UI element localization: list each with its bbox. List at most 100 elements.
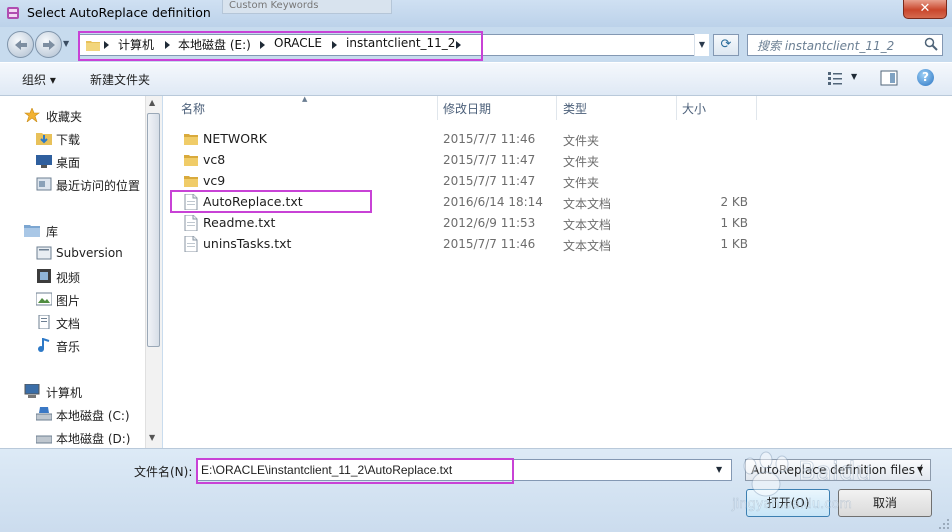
refresh-button[interactable]: ⟳ (713, 34, 739, 56)
breadcrumb-separator[interactable] (456, 41, 461, 49)
text-file-icon (184, 236, 198, 252)
file-name: Readme.txt (203, 215, 276, 230)
watermark-logo: Baidu jingyan.baidu.com (731, 451, 872, 512)
search-icon[interactable] (924, 37, 938, 51)
nav-videos[interactable]: 视频 (56, 269, 80, 286)
background-window-title: Custom Keywords (222, 0, 392, 14)
breadcrumb-oracle[interactable]: ORACLE (274, 36, 322, 50)
back-arrow-icon (15, 40, 27, 50)
column-divider[interactable] (676, 96, 677, 120)
filename-label: 文件名(N): (134, 465, 193, 479)
downloads-icon (36, 133, 52, 145)
computer-icon (24, 384, 40, 398)
breadcrumb-separator[interactable] (332, 41, 337, 49)
file-row[interactable]: uninsTasks.txt 2015/7/7 11:46 文本文档 1 KB (176, 233, 776, 254)
window-title: Select AutoReplace definition (27, 5, 211, 20)
desktop-icon (36, 155, 52, 168)
organize-button[interactable]: 组织 ▾ (22, 71, 56, 88)
column-divider[interactable] (556, 96, 557, 120)
search-placeholder: 搜索 instantclient_11_2 (757, 39, 895, 53)
file-row[interactable]: AutoReplace.txt 2016/6/14 18:14 文本文档 2 KB (176, 191, 776, 212)
recent-pages-dropdown[interactable]: ▼ (63, 39, 73, 49)
nav-music[interactable]: 音乐 (56, 338, 80, 355)
nav-favorites[interactable]: 收藏夹 (46, 108, 82, 125)
forward-arrow-icon (43, 40, 55, 50)
nav-documents[interactable]: 文档 (56, 315, 80, 332)
breadcrumb-separator[interactable] (260, 41, 265, 49)
file-type: 文件夹 (563, 155, 600, 169)
file-type: 文本文档 (563, 218, 612, 232)
libraries-icon (24, 225, 40, 237)
file-size: 2 KB (720, 195, 748, 209)
file-type: 文件夹 (563, 176, 600, 190)
nav-recent-places[interactable]: 最近访问的位置 (56, 177, 140, 194)
svg-text:Baidu: Baidu (798, 457, 872, 487)
file-row[interactable]: vc8 2015/7/7 11:47 文件夹 (176, 149, 776, 170)
column-modified[interactable]: 修改日期 (443, 100, 491, 117)
folder-icon (184, 176, 198, 187)
pictures-icon (36, 292, 52, 306)
file-name: AutoReplace.txt (203, 194, 303, 209)
file-row[interactable]: vc9 2015/7/7 11:47 文件夹 (176, 170, 776, 191)
breadcrumb-separator[interactable] (104, 41, 109, 49)
nav-libraries[interactable]: 库 (46, 223, 58, 240)
column-type[interactable]: 类型 (563, 100, 587, 117)
file-row[interactable]: NETWORK 2015/7/7 11:46 文件夹 (176, 128, 776, 149)
file-name: vc8 (203, 152, 226, 167)
filename-input[interactable]: E:\ORACLE\instantclient_11_2\AutoReplace… (196, 459, 732, 481)
documents-icon (38, 315, 50, 329)
breadcrumb-instantclient[interactable]: instantclient_11_2 (346, 36, 455, 50)
forward-button[interactable] (35, 31, 62, 58)
folder-icon (184, 134, 198, 145)
file-modified: 2015/7/7 11:46 (443, 132, 536, 146)
file-name: uninsTasks.txt (203, 236, 292, 251)
breadcrumb-drive-e[interactable]: 本地磁盘 (E:) (178, 36, 251, 53)
nav-downloads[interactable]: 下载 (56, 131, 80, 148)
address-dropdown[interactable]: ▼ (694, 34, 709, 56)
close-button[interactable]: ✕ (903, 0, 947, 19)
nav-subversion[interactable]: Subversion (56, 246, 123, 260)
file-name: vc9 (203, 173, 226, 188)
file-type: 文本文档 (563, 197, 612, 211)
help-icon[interactable]: ? (917, 69, 934, 86)
drive-d-icon (36, 435, 52, 444)
folder-icon (184, 155, 198, 166)
music-icon (38, 338, 50, 352)
svg-text:jingyan.baidu.com: jingyan.baidu.com (731, 497, 852, 512)
file-modified: 2015/7/7 11:46 (443, 237, 536, 251)
file-modified: 2012/6/9 11:53 (443, 216, 536, 230)
new-folder-button[interactable]: 新建文件夹 (90, 71, 150, 88)
app-icon (7, 7, 19, 19)
favorites-star-icon (24, 108, 40, 122)
nav-drive-d[interactable]: 本地磁盘 (D:) (56, 430, 130, 447)
folder-icon (86, 41, 100, 51)
column-size[interactable]: 大小 (682, 100, 706, 117)
views-dropdown[interactable]: ▼ (851, 72, 857, 81)
breadcrumb-computer[interactable]: 计算机 (118, 36, 154, 53)
drive-c-icon (36, 407, 52, 421)
file-type: 文件夹 (563, 134, 600, 148)
change-view-icon[interactable] (827, 71, 843, 85)
file-modified: 2015/7/7 11:47 (443, 174, 536, 188)
nav-desktop[interactable]: 桌面 (56, 154, 80, 171)
nav-pictures[interactable]: 图片 (56, 292, 80, 309)
column-divider[interactable] (437, 96, 438, 120)
column-name[interactable]: 名称 (181, 100, 205, 117)
file-modified: 2015/7/7 11:47 (443, 153, 536, 167)
text-file-icon (184, 194, 198, 210)
nav-drive-c[interactable]: 本地磁盘 (C:) (56, 407, 130, 424)
file-size: 1 KB (720, 237, 748, 251)
preview-pane-icon[interactable] (880, 70, 898, 86)
nav-computer[interactable]: 计算机 (46, 384, 82, 401)
recent-places-icon (36, 177, 52, 191)
breadcrumb-separator[interactable] (165, 41, 170, 49)
nav-scrollbar-thumb[interactable] (147, 113, 160, 347)
text-file-icon (184, 215, 198, 231)
file-row[interactable]: Readme.txt 2012/6/9 11:53 文本文档 1 KB (176, 212, 776, 233)
scroll-up-icon[interactable]: ▲ (149, 98, 155, 107)
file-size: 1 KB (720, 216, 748, 230)
subversion-icon (36, 246, 52, 260)
scroll-down-icon[interactable]: ▼ (149, 433, 155, 442)
back-button[interactable] (7, 31, 34, 58)
column-divider[interactable] (756, 96, 757, 120)
